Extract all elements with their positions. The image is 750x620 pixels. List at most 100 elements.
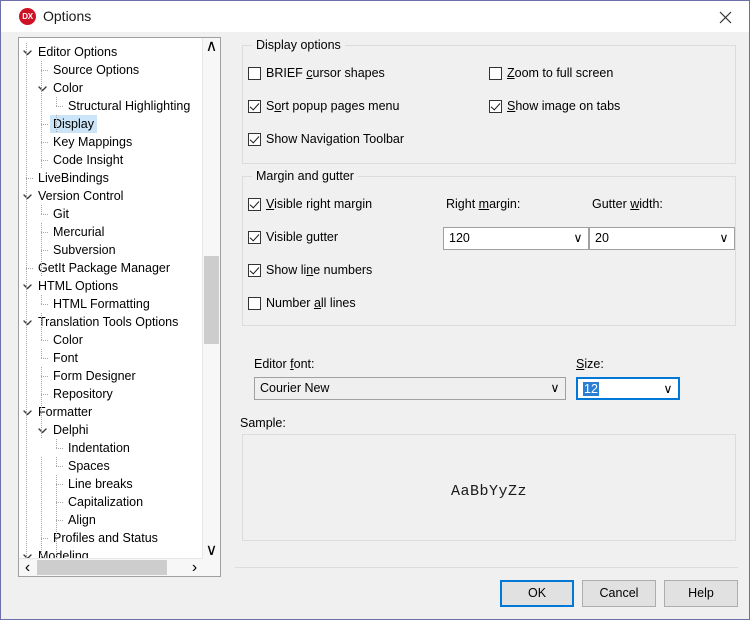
chevron-down-icon[interactable]: ∨: [568, 228, 588, 249]
tree-item-subversion[interactable]: Subversion: [19, 241, 205, 259]
chevron-down-icon[interactable]: [22, 313, 33, 331]
tree-item-spaces[interactable]: Spaces: [19, 457, 205, 475]
checkbox-sort-popup-pages-menu[interactable]: Sort popup pages menu: [248, 99, 399, 114]
tree-vertical-scrollbar[interactable]: ∧ ∨: [202, 38, 220, 559]
tree-item-capitalization[interactable]: Capitalization: [19, 493, 205, 511]
tree-item-indentation[interactable]: Indentation: [19, 439, 205, 457]
tree-item-mercurial[interactable]: Mercurial: [19, 223, 205, 241]
size-combo[interactable]: 12 ∨: [576, 377, 680, 400]
tree-item-label: Form Designer: [53, 369, 136, 383]
tree-item-git[interactable]: Git: [19, 205, 205, 223]
scroll-right-arrow-icon[interactable]: ›: [186, 559, 203, 576]
margin-and-gutter-group: Margin and gutter Visible right margin Vi…: [242, 169, 736, 326]
tree-item-display[interactable]: Display: [19, 115, 205, 133]
checkbox-zoom-to-full-screen[interactable]: Zoom to full screen: [489, 66, 613, 81]
chevron-down-icon[interactable]: [37, 79, 48, 97]
tree-item-profiles-and-status[interactable]: Profiles and Status: [19, 529, 205, 547]
ok-button[interactable]: OK: [500, 580, 574, 607]
tree-item-html-options[interactable]: HTML Options: [19, 277, 205, 295]
chevron-down-icon[interactable]: [22, 403, 33, 421]
chevron-down-icon[interactable]: ∨: [545, 378, 565, 399]
right-margin-value: 120: [449, 231, 470, 245]
gutter-width-combo[interactable]: 20 ∨: [589, 227, 735, 250]
checkbox-box[interactable]: [489, 67, 502, 80]
tree-connector: [52, 511, 63, 529]
tree-item-editor-options[interactable]: Editor Options: [19, 43, 205, 61]
checkbox-box[interactable]: [248, 297, 261, 310]
tree-item-delphi[interactable]: Delphi: [19, 421, 205, 439]
tree-item-livebindings[interactable]: LiveBindings: [19, 169, 205, 187]
tree-item-structural-highlighting[interactable]: Structural Highlighting: [19, 97, 205, 115]
tree-item-line-breaks[interactable]: Line breaks: [19, 475, 205, 493]
dialog-body: Editor Options Source Options Color Structu…: [1, 32, 749, 619]
tree-connector: [52, 439, 63, 457]
checkbox-show-image-on-tabs[interactable]: Show image on tabs: [489, 99, 620, 114]
tree-item-label: Editor Options: [38, 45, 118, 59]
chevron-down-icon[interactable]: ∨: [714, 228, 734, 249]
checkbox-box[interactable]: [248, 100, 261, 113]
tree-item-label: Source Options: [53, 63, 140, 77]
checkbox-box[interactable]: [248, 133, 261, 146]
tree-item-html-formatting[interactable]: HTML Formatting: [19, 295, 205, 313]
checkbox-box[interactable]: [248, 67, 261, 80]
tree-item-label: Subversion: [53, 243, 116, 257]
checkbox-box[interactable]: [248, 231, 261, 244]
editor-font-label: Editor font:: [254, 357, 315, 371]
tree-item-color[interactable]: Color: [19, 331, 205, 349]
size-label: Size:: [576, 357, 604, 371]
tree-item-label: Display: [50, 115, 97, 133]
tree-horizontal-scrollbar[interactable]: ‹ ›: [19, 558, 203, 576]
chevron-down-icon[interactable]: [37, 421, 48, 439]
tree-item-version-control[interactable]: Version Control: [19, 187, 205, 205]
chevron-down-icon[interactable]: ∨: [658, 379, 678, 400]
checkbox-show-line-numbers[interactable]: Show line numbers: [248, 263, 372, 278]
tree-item-label: Delphi: [53, 423, 89, 437]
scroll-left-arrow-icon[interactable]: ‹: [19, 559, 36, 576]
checkbox-brief-cursor-shapes[interactable]: BRIEF cursor shapes: [248, 66, 385, 81]
tree-connector: [37, 295, 48, 313]
tree-item-translation-tools-options[interactable]: Translation Tools Options: [19, 313, 205, 331]
tree-item-label: Mercurial: [53, 225, 105, 239]
tree-item-formatter[interactable]: Formatter: [19, 403, 205, 421]
checkbox-label: BRIEF cursor shapes: [266, 66, 385, 80]
checkbox-visible-right-margin[interactable]: Visible right margin: [248, 197, 372, 212]
tree-guide-line: [41, 457, 42, 565]
cancel-button[interactable]: Cancel: [582, 580, 656, 607]
tree-item-color[interactable]: Color: [19, 79, 205, 97]
tree-item-repository[interactable]: Repository: [19, 385, 205, 403]
tree-item-key-mappings[interactable]: Key Mappings: [19, 133, 205, 151]
close-icon[interactable]: [703, 1, 749, 32]
tree-connector: [22, 169, 33, 187]
chevron-down-icon[interactable]: [22, 43, 33, 61]
tree-item-font[interactable]: Font: [19, 349, 205, 367]
editor-font-combo[interactable]: Courier New ∨: [254, 377, 566, 400]
options-tree[interactable]: Editor Options Source Options Color Structu…: [19, 38, 205, 565]
tree-item-source-options[interactable]: Source Options: [19, 61, 205, 79]
chevron-down-icon[interactable]: [22, 187, 33, 205]
tree-item-getit-package-manager[interactable]: GetIt Package Manager: [19, 259, 205, 277]
tree-item-code-insight[interactable]: Code Insight: [19, 151, 205, 169]
tree-item-form-designer[interactable]: Form Designer: [19, 367, 205, 385]
tree-item-label: HTML Options: [38, 279, 119, 293]
checkbox-label: Show image on tabs: [507, 99, 621, 113]
tree-item-label: Repository: [53, 387, 113, 401]
checkbox-box[interactable]: [489, 100, 502, 113]
tree-vertical-scroll-thumb[interactable]: [204, 256, 219, 344]
options-tree-panel[interactable]: Editor Options Source Options Color Structu…: [18, 37, 221, 577]
checkbox-label: Sort popup pages menu: [266, 99, 400, 113]
tree-guide-line: [41, 367, 42, 439]
checkbox-number-all-lines[interactable]: Number all lines: [248, 296, 356, 311]
help-button[interactable]: Help: [664, 580, 738, 607]
checkbox-label: Visible right margin: [266, 197, 373, 211]
font-sample-text: AaBbYyZz: [450, 483, 527, 500]
chevron-down-icon[interactable]: [22, 277, 33, 295]
scroll-up-arrow-icon[interactable]: ∧: [203, 38, 220, 55]
right-margin-combo[interactable]: 120 ∨: [443, 227, 589, 250]
scroll-down-arrow-icon[interactable]: ∨: [203, 542, 220, 559]
checkbox-box[interactable]: [248, 198, 261, 211]
checkbox-visible-gutter[interactable]: Visible gutter: [248, 230, 338, 245]
checkbox-show-navigation-toolbar[interactable]: Show Navigation Toolbar: [248, 132, 404, 147]
checkbox-box[interactable]: [248, 264, 261, 277]
tree-horizontal-scroll-thumb[interactable]: [37, 560, 167, 575]
tree-item-align[interactable]: Align: [19, 511, 205, 529]
